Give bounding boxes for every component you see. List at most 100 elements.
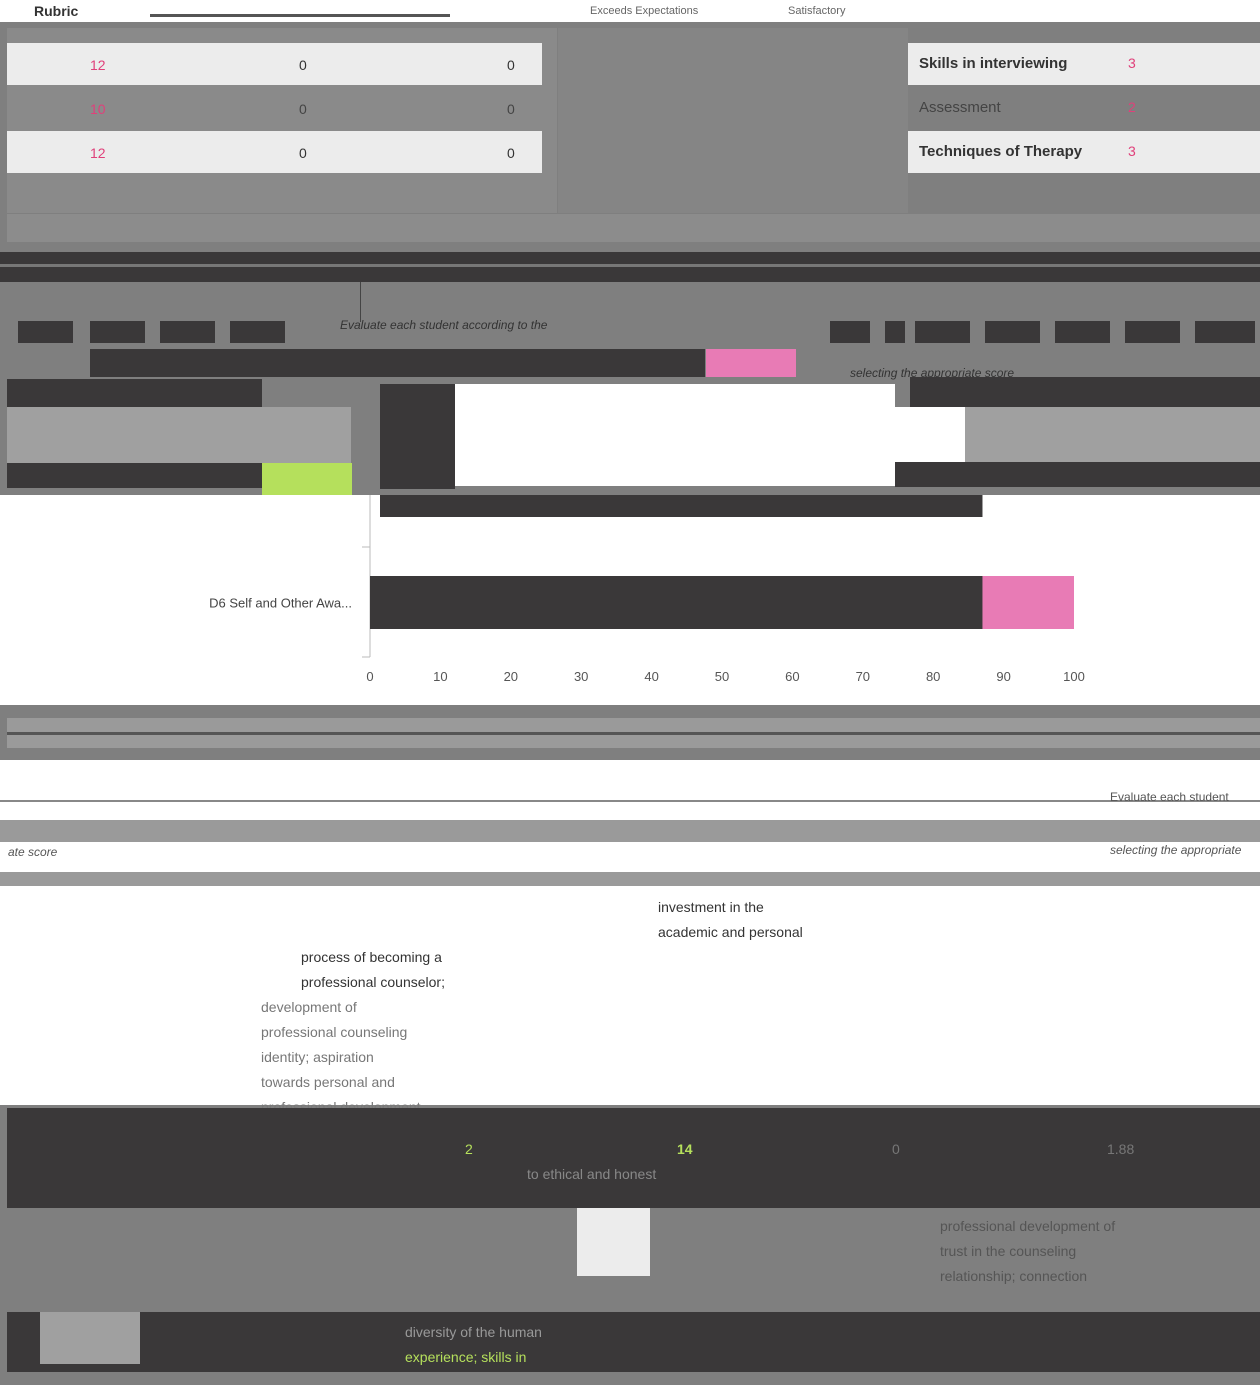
x-tick-label: 20 xyxy=(504,669,518,684)
desc-line: professional counselor; xyxy=(301,974,445,990)
desc-line: towards personal and xyxy=(261,1074,395,1090)
desc-line: experience; skills in xyxy=(405,1349,527,1365)
data-row-band: 2 14 0 1.88 to ethical and honest xyxy=(7,1108,1260,1208)
x-tick-label: 50 xyxy=(715,669,729,684)
desc-line: professional counseling xyxy=(261,1024,408,1040)
desc-line: development of xyxy=(261,999,357,1015)
block xyxy=(1055,321,1110,343)
cell-value: 0 xyxy=(507,145,515,161)
row-value: 0 xyxy=(892,1141,900,1157)
desc-line: identity; aspiration xyxy=(261,1049,374,1065)
block xyxy=(915,321,970,343)
title-smear xyxy=(7,732,1260,735)
block xyxy=(830,321,870,343)
row-value: 14 xyxy=(677,1141,693,1157)
light-box xyxy=(577,1208,650,1276)
dark-row xyxy=(7,379,262,407)
rubric-label: Rubric xyxy=(34,3,79,19)
category-label: D6 Self and Other Awa... xyxy=(209,596,352,611)
x-tick-label: 10 xyxy=(433,669,447,684)
header-divider xyxy=(150,14,450,17)
block xyxy=(985,321,1040,343)
block xyxy=(1195,321,1255,343)
skill-label: Skills in interviewing xyxy=(919,55,1068,72)
skill-row: Techniques of Therapy 3 xyxy=(908,131,1260,173)
x-tick-label: 80 xyxy=(926,669,940,684)
bar-segment-0 xyxy=(370,576,983,629)
row-value: 1.88 xyxy=(1107,1141,1135,1157)
table-row: 12 0 0 xyxy=(7,43,542,85)
description-col1: process of becoming a professional couns… xyxy=(261,945,445,1120)
x-tick-label: 100 xyxy=(1063,669,1085,684)
bar-segment-partial xyxy=(380,495,983,517)
desc-line: academic and personal xyxy=(658,924,803,940)
skill-label: Techniques of Therapy xyxy=(919,143,1083,160)
bar-segment-1 xyxy=(982,576,1074,629)
description-col2: investment in the academic and personal xyxy=(658,895,803,945)
block xyxy=(18,321,73,343)
smear-line xyxy=(0,800,1260,802)
block xyxy=(1125,321,1180,343)
section-band xyxy=(7,214,1260,242)
block xyxy=(885,321,905,343)
desc-line: investment in the xyxy=(658,899,764,915)
gray-panel xyxy=(965,407,1260,462)
white-region xyxy=(0,760,1260,1105)
skill-row: Assessment 2 xyxy=(908,87,1260,129)
cell-value: 0 xyxy=(507,101,515,117)
dark-row xyxy=(910,377,1260,407)
desc-line: diversity of the human xyxy=(405,1324,542,1340)
x-tick-label: 40 xyxy=(644,669,658,684)
skill-value: 3 xyxy=(1128,55,1136,71)
chart-area: D6 Self and Other Awa... 0 10 20 30 40 50 60 70 8… xyxy=(0,495,1260,705)
stacked-bar-chart: D6 Self and Other Awa... 0 10 20 30 40 50 60 70 8… xyxy=(209,495,1085,684)
vertical-divider xyxy=(360,282,361,322)
dark-block xyxy=(380,384,455,489)
gray-strip xyxy=(0,872,1260,886)
table-row: 12 0 0 xyxy=(7,131,542,173)
header-bar: Rubric Exceeds Expectations Satisfactory xyxy=(0,0,1260,22)
cell-value: 12 xyxy=(90,145,106,161)
cell-value: 10 xyxy=(90,101,106,117)
desc-line: process of becoming a xyxy=(301,949,442,965)
x-tick-label: 30 xyxy=(574,669,588,684)
counts-table: 12 0 0 10 0 0 12 0 0 xyxy=(7,28,557,213)
instruction-text: Evaluate each student according to the xyxy=(340,318,548,332)
row-value: 2 xyxy=(465,1141,473,1157)
section-2-band xyxy=(7,718,1260,748)
cell-value: 12 xyxy=(90,57,106,73)
skill-value: 3 xyxy=(1128,143,1136,159)
score-label: ate score xyxy=(8,845,58,859)
green-highlight xyxy=(262,463,352,495)
column-header-exceeds: Exceeds Expectations xyxy=(590,5,699,17)
middle-panel xyxy=(558,28,908,213)
x-tick-label: 60 xyxy=(785,669,799,684)
block xyxy=(90,321,145,343)
cell-value: 0 xyxy=(299,145,307,161)
section-title-bar xyxy=(0,252,1260,282)
ethical-text: to ethical and honest xyxy=(527,1166,657,1182)
cell-value: 0 xyxy=(299,101,307,117)
white-panel-2 xyxy=(895,407,965,462)
white-panel xyxy=(455,384,895,486)
skill-label: Assessment xyxy=(919,99,1001,116)
gray-box xyxy=(40,1312,140,1364)
dark-row xyxy=(7,463,262,488)
desc-line: trust in the counseling xyxy=(940,1243,1077,1259)
x-tick-label: 90 xyxy=(996,669,1010,684)
desc-line: relationship; connection xyxy=(940,1268,1088,1284)
light-panel xyxy=(7,407,351,463)
bottom-instruction-2: selecting the appropriate xyxy=(1110,843,1242,857)
legend-bar-pink xyxy=(706,349,796,377)
desc-line: professional development of xyxy=(940,1218,1116,1234)
legend-bar-dark xyxy=(90,349,705,377)
description-right: professional development of trust in the… xyxy=(940,1214,1115,1289)
x-tick-label: 70 xyxy=(856,669,870,684)
cell-value: 0 xyxy=(507,57,515,73)
dark-row xyxy=(895,462,1260,487)
cell-value: 0 xyxy=(299,57,307,73)
title-smear xyxy=(0,264,1260,267)
block xyxy=(160,321,215,343)
table-row: 10 0 0 xyxy=(7,87,542,129)
block xyxy=(230,321,285,343)
